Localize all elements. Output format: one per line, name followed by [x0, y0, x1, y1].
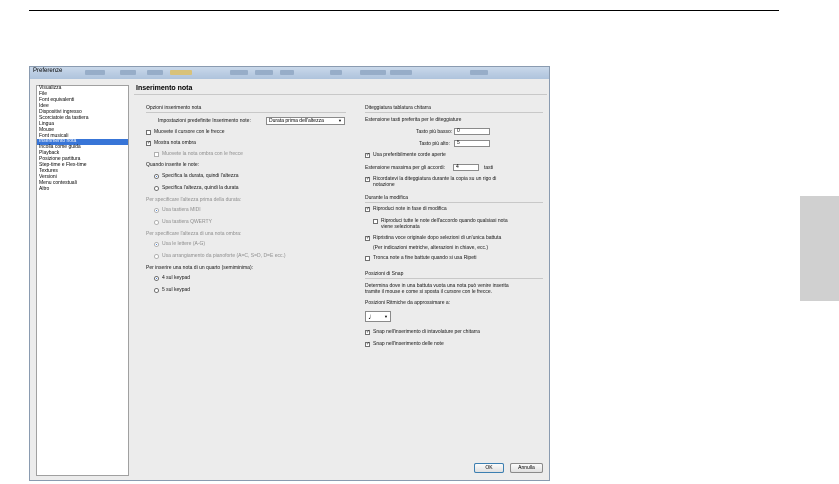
titlebar-ghost-2 — [120, 70, 136, 75]
heading-divider — [134, 94, 547, 95]
chevron-down-icon: ▼ — [384, 314, 388, 319]
piano-layout-radio[interactable] — [154, 254, 159, 259]
restore-voice-label: Ripristina voce originale dopo selezioni… — [373, 235, 502, 241]
page-title: Inserimento nota — [136, 85, 193, 92]
highest-fret-label: Tasto più alto: — [419, 141, 450, 147]
letters-radio[interactable] — [154, 242, 159, 247]
preferences-window: Preferenze Visualizza File Font equivalent… — [29, 66, 550, 481]
keypad4-radio[interactable] — [154, 276, 159, 281]
titlebar-ghost-8 — [330, 70, 342, 75]
ok-button[interactable]: OK — [474, 463, 504, 473]
play-chord-checkbox[interactable] — [373, 219, 378, 224]
prefer-open-strings-label: Usa preferibilmente corde aperte — [373, 152, 446, 158]
cancel-button[interactable]: Annulla — [510, 463, 543, 473]
quarter-note-label: Per inserire una nota di un quarto (semi… — [146, 265, 253, 271]
restore-voice-note: (Per indicazioni metriche, alterazioni i… — [373, 245, 489, 251]
during-edit-title: Durante la modifica — [365, 195, 409, 201]
play-notes-checkbox[interactable]: ✓ — [365, 207, 370, 212]
max-extension-unit: tasti — [484, 165, 494, 171]
window-titlebar[interactable]: Preferenze — [30, 67, 549, 79]
qwerty-keyboard-label: Usa tastiera QWERTY — [162, 219, 212, 225]
during-edit-divider — [365, 202, 543, 203]
qwerty-keyboard-radio[interactable] — [154, 220, 159, 225]
pitch-first-label: Specifica l'altezza, quindi la durata — [162, 185, 239, 191]
when-entering-label: Quando inserite le note: — [146, 162, 200, 168]
midi-keyboard-label: Usa tastiera MIDI — [162, 207, 201, 213]
shadow-pitch-label: Per specificare l'altezza di una nota om… — [146, 231, 242, 237]
window-title: Preferenze — [33, 68, 63, 74]
midi-keyboard-radio[interactable] — [154, 208, 159, 213]
guitar-tab-divider — [365, 112, 543, 113]
titlebar-ghost-7 — [280, 70, 294, 75]
snap-rhythm-label: Posizioni Ritmiche da approssimare a: — [365, 300, 451, 306]
piano-layout-label: Usa arrangiamento da pianoforte (A=C, S=… — [162, 253, 286, 259]
category-list[interactable]: Visualizza File Font equivalenti Idee Dispos… — [36, 85, 129, 476]
default-setting-label: Impostazioni predefinite Inserimento not… — [158, 118, 251, 124]
category-item[interactable]: Altro — [37, 186, 128, 193]
fret-range-title: Estensione tasti preferita per le ditegg… — [365, 117, 462, 123]
titlebar-ghost-10 — [390, 70, 412, 75]
move-cursor-checkbox[interactable] — [146, 130, 151, 135]
snap-description-2: tramite il mouse e come si sposta il cur… — [365, 289, 492, 295]
remember-fingering-checkbox[interactable]: ✓ — [365, 177, 370, 182]
keypad5-radio[interactable] — [154, 288, 159, 293]
snap-notes-label: Snap nell'inserimento delle note — [373, 341, 444, 347]
highest-fret-input[interactable]: 5 — [454, 140, 490, 147]
max-extension-input[interactable]: 4 — [453, 164, 479, 171]
titlebar-ghost-11 — [470, 70, 488, 75]
default-setting-value: Durata prima dell'altezza — [269, 118, 324, 124]
pitch-before-duration-label: Per specificare l'altezza prima della du… — [146, 197, 242, 203]
duration-first-label: Specifica la durata, quindi l'altezza — [162, 173, 239, 179]
page-side-tab — [800, 196, 839, 301]
snap-positions-title: Posizioni di Snap — [365, 271, 404, 277]
play-chord-label-2: viene selezionata — [381, 224, 420, 230]
duration-first-radio[interactable] — [154, 174, 159, 179]
remember-fingering-label-2: notazione — [373, 182, 395, 188]
note-options-title: Opzioni inserimento nota — [146, 105, 202, 111]
play-notes-label: Riproduci note in fase di modifica — [373, 206, 447, 212]
titlebar-ghost-9 — [360, 70, 386, 75]
show-shadow-checkbox[interactable]: ✓ — [146, 141, 151, 146]
titlebar-ghost-1 — [85, 70, 105, 75]
move-shadow-label: Muovete la nota ombra con le frecce — [162, 151, 243, 157]
lowest-fret-input[interactable]: 0 — [454, 128, 490, 135]
prefer-open-strings-checkbox[interactable]: ✓ — [365, 153, 370, 158]
move-shadow-checkbox[interactable] — [154, 152, 159, 157]
snap-positions-divider — [365, 278, 543, 279]
titlebar-ghost-4 — [170, 70, 192, 75]
note-options-divider — [146, 112, 346, 113]
lowest-fret-label: Tasto più basso: — [416, 129, 453, 135]
settings-panel: Inserimento nota Opzioni inserimento not… — [134, 83, 547, 478]
show-shadow-label: Mostra nota ombra — [154, 140, 196, 146]
snap-guitar-label: Snap nell'inserimento di intavolature pe… — [373, 329, 480, 335]
titlebar-ghost-3 — [147, 70, 163, 75]
page-top-rule — [29, 10, 779, 11]
snap-notes-checkbox[interactable]: ✓ — [365, 342, 370, 347]
titlebar-ghost-6 — [255, 70, 273, 75]
snap-guitar-checkbox[interactable]: ✓ — [365, 330, 370, 335]
snap-rhythm-select[interactable]: ♩ ▼ — [365, 311, 391, 322]
titlebar-ghost-5 — [230, 70, 248, 75]
chevron-down-icon: ▼ — [338, 118, 342, 123]
guitar-tab-title: Diteggiatura tablatura chitarra — [365, 105, 431, 111]
max-extension-label: Estensione massima per gli accordi: — [365, 165, 446, 171]
default-setting-select[interactable]: Durata prima dell'altezza ▼ — [266, 117, 345, 125]
truncate-notes-label: Tronca note a fine battute quando si usa… — [373, 255, 477, 261]
quarter-note-icon: ♩ — [368, 312, 376, 321]
keypad4-label: 4 sul keypad — [162, 275, 191, 281]
letters-label: Usa le lettere (A-G) — [162, 241, 206, 247]
keypad5-label: 5 sul keypad — [162, 287, 191, 293]
move-cursor-label: Muovete il cursore con le frecce — [154, 129, 225, 135]
pitch-first-radio[interactable] — [154, 186, 159, 191]
truncate-notes-checkbox[interactable] — [365, 256, 370, 261]
restore-voice-checkbox[interactable]: ✓ — [365, 236, 370, 241]
